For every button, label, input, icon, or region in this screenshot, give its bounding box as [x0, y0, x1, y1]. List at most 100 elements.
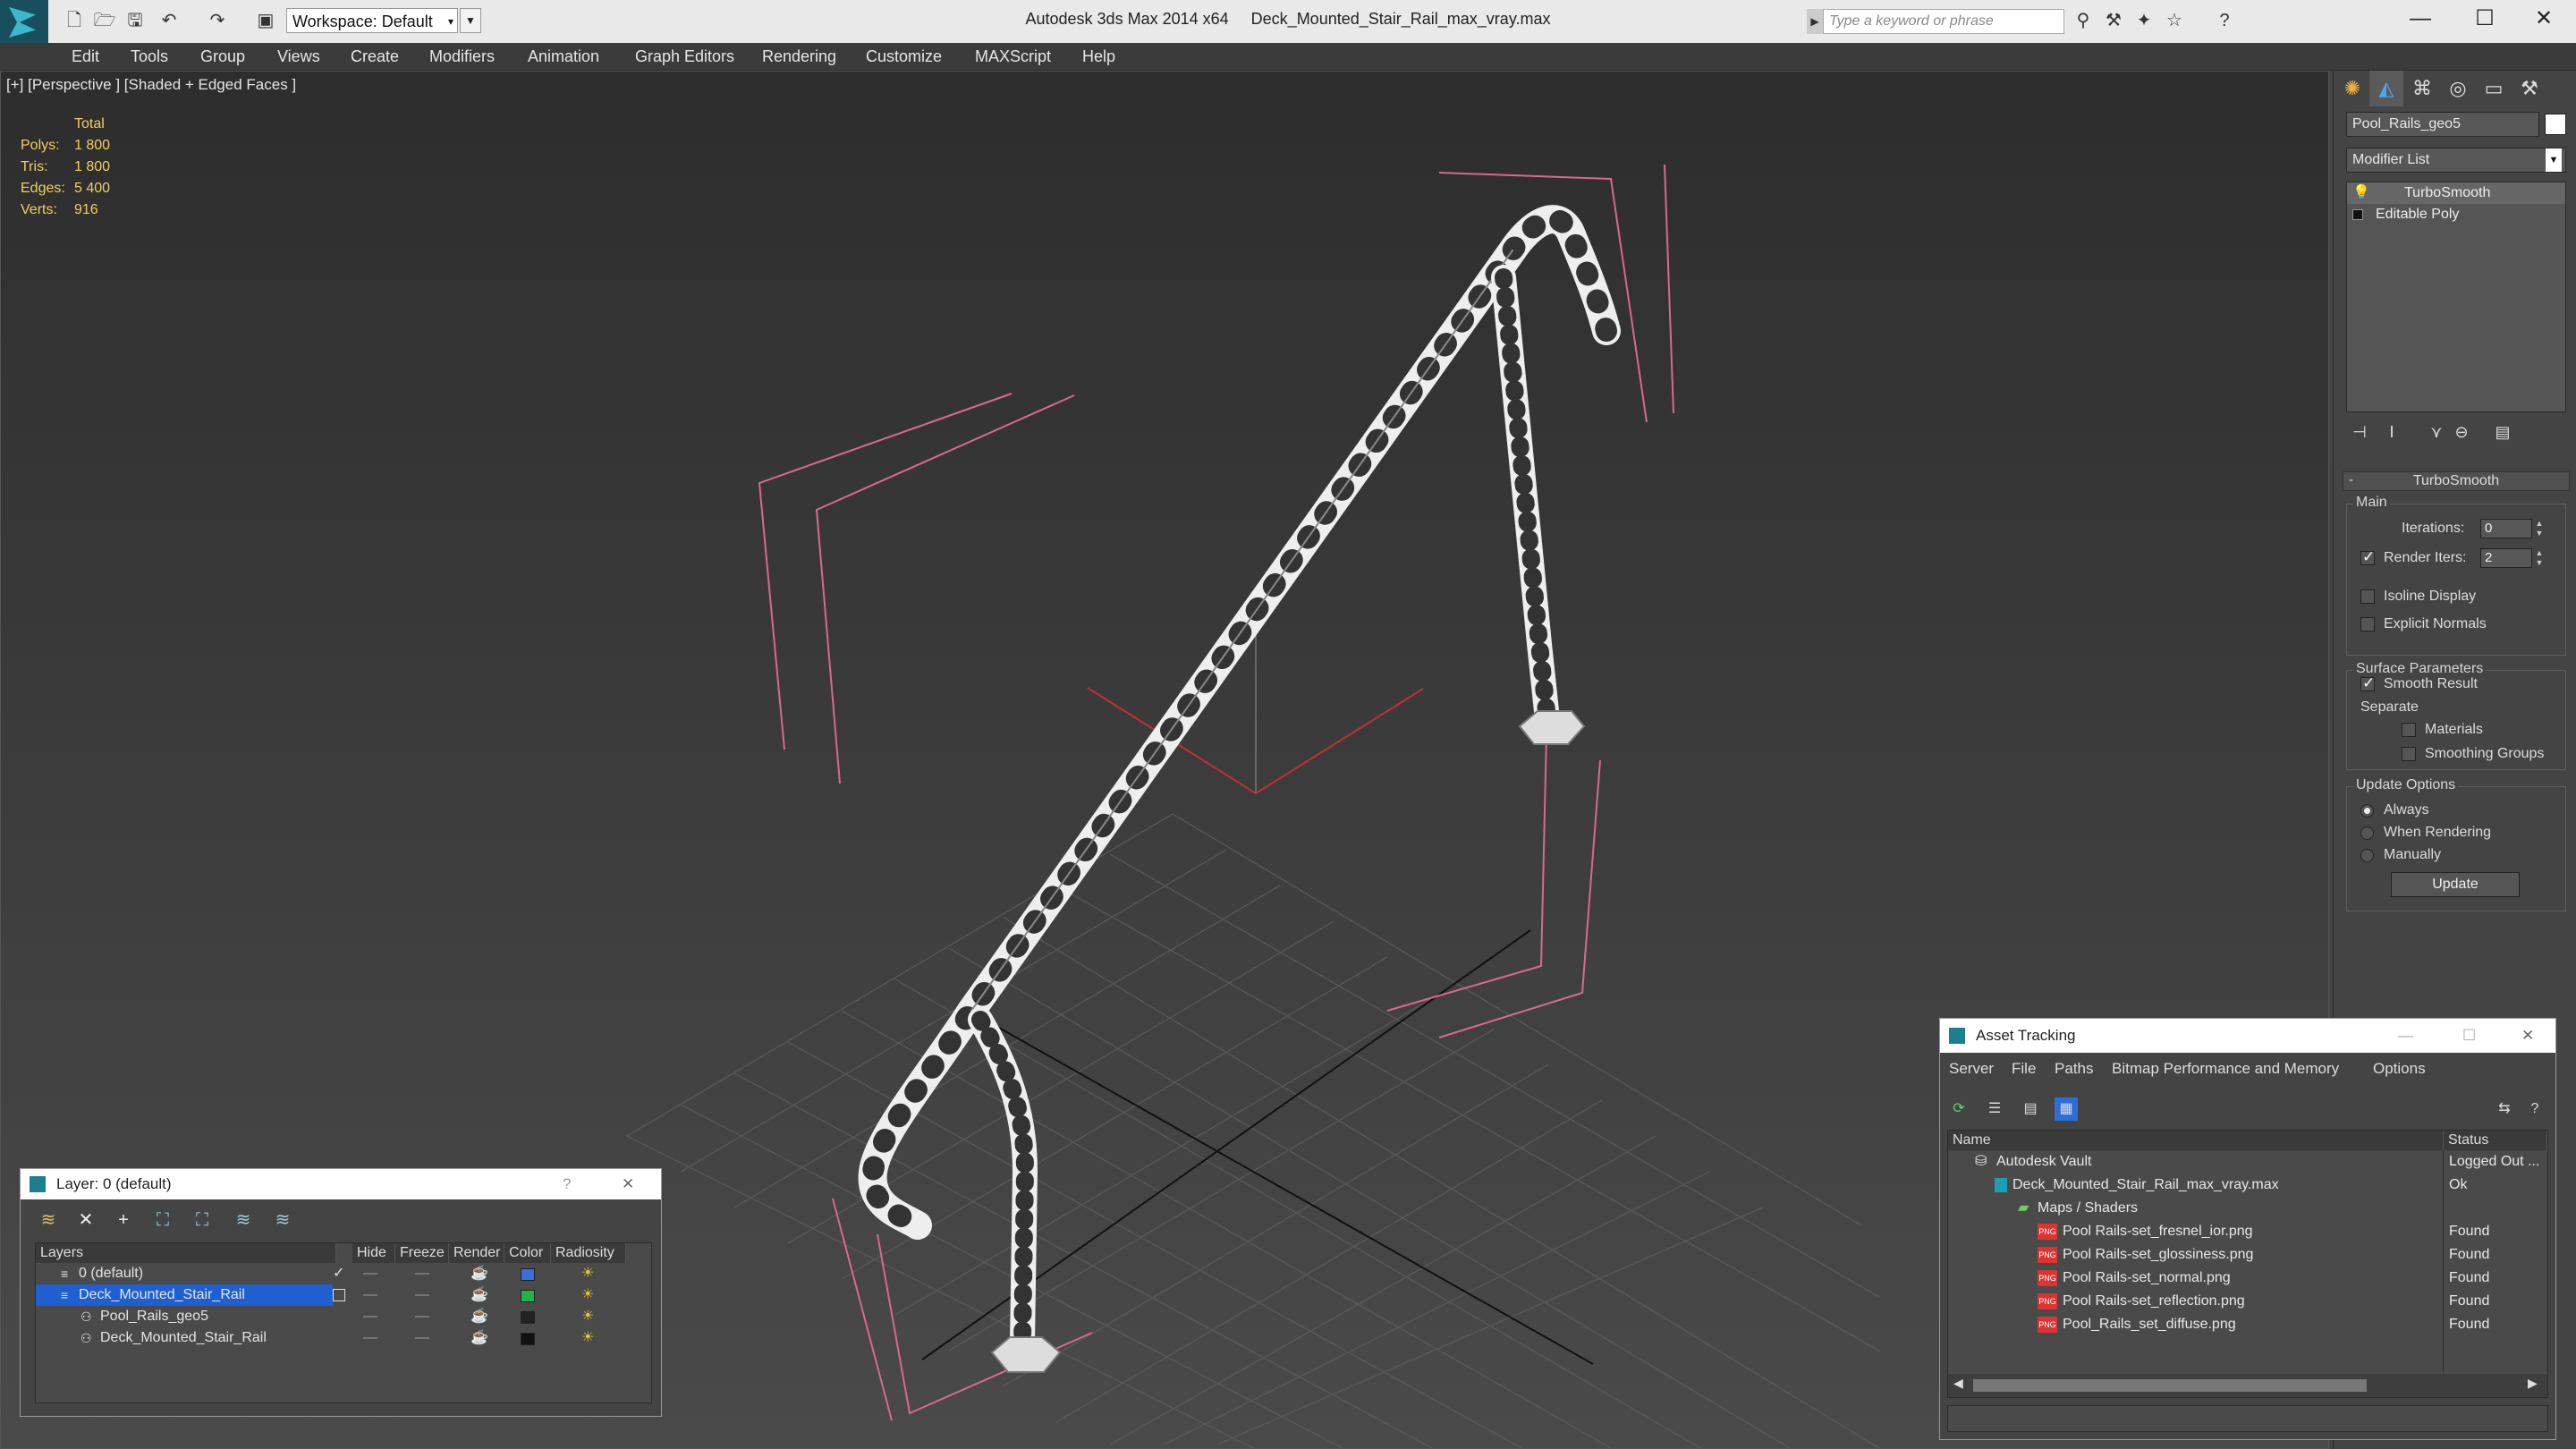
utilities-tab-icon[interactable]: ⚒ [2512, 71, 2546, 106]
asset-minimize-button[interactable]: — [2398, 1019, 2413, 1053]
asset-path-field[interactable] [1947, 1405, 2548, 1432]
redo-icon[interactable]: ↷ [206, 9, 229, 32]
column-freeze[interactable]: Freeze [395, 1243, 449, 1263]
layer-panel-titlebar[interactable]: Layer: 0 (default) ? ✕ [21, 1169, 661, 1199]
menu-modifiers[interactable]: Modifiers [429, 43, 495, 70]
menu-views[interactable]: Views [277, 43, 320, 70]
create-tab-icon[interactable]: ✺ [2335, 71, 2369, 106]
asset-row[interactable]: PNG Pool Rails-set_reflection.png Found [1948, 1290, 2547, 1313]
subscription-icon[interactable]: ✦ [2132, 9, 2156, 32]
hide-all-layers-icon[interactable]: ≋ [232, 1208, 255, 1232]
search-expand-icon[interactable]: ▶ [1807, 9, 1823, 34]
column-status[interactable]: Status [2444, 1131, 2547, 1150]
layer-color-swatch[interactable] [521, 1268, 535, 1281]
delete-layer-icon[interactable]: ✕ [74, 1208, 97, 1232]
asset-row[interactable]: PNG Pool Rails-set_normal.png Found [1948, 1267, 2547, 1290]
stack-item-turbosmooth[interactable]: 💡 TurboSmooth [2347, 182, 2565, 204]
smooth-result-checkbox[interactable] [2360, 674, 2375, 692]
save-file-icon[interactable]: 🖫 [123, 9, 147, 32]
render-iters-spinner[interactable]: 2 [2480, 548, 2532, 568]
column-color[interactable]: Color [504, 1243, 551, 1263]
freeze-all-layers-icon[interactable]: ≋ [271, 1208, 294, 1232]
layer-color-swatch[interactable] [521, 1290, 535, 1302]
menu-tools[interactable]: Tools [131, 43, 168, 70]
scroll-left-icon[interactable]: ◀ [1953, 1376, 1963, 1391]
scroll-right-icon[interactable]: ▶ [2528, 1376, 2538, 1391]
asset-row[interactable]: ▰ Maps / Shaders [1948, 1197, 2547, 1220]
render-iters-checkbox[interactable] [2360, 548, 2375, 566]
menu-graph-editors[interactable]: Graph Editors [635, 43, 734, 70]
asset-menu-server[interactable]: Server [1949, 1060, 1994, 1078]
hide-toggle[interactable]: — [363, 1306, 377, 1327]
vault-checkin-icon[interactable]: ⇆ [2493, 1097, 2516, 1121]
motion-tab-icon[interactable]: ◎ [2441, 71, 2475, 106]
hide-toggle[interactable]: — [363, 1263, 377, 1284]
freeze-toggle[interactable]: — [415, 1306, 429, 1327]
minimize-button[interactable]: — [2388, 0, 2453, 39]
configure-sets-icon[interactable]: ▤ [2486, 414, 2520, 450]
workspace-dropdown[interactable]: Workspace: Default ▾ [286, 8, 458, 33]
layer-row[interactable]: ⚇ Deck_Mounted_Stair_Rail — — ☕ ☀ [36, 1327, 644, 1349]
materials-checkbox[interactable] [2402, 723, 2416, 737]
layer-help-button[interactable]: ? [563, 1169, 571, 1199]
freeze-toggle[interactable]: — [415, 1327, 429, 1349]
menu-customize[interactable]: Customize [866, 43, 942, 70]
favorites-star-icon[interactable]: ☆ [2163, 9, 2186, 32]
highlight-layer-icon[interactable]: ⛶ [191, 1208, 214, 1232]
column-radiosity[interactable]: Radiosity [551, 1243, 626, 1263]
hide-toggle[interactable]: — [363, 1284, 377, 1306]
select-objects-icon[interactable]: ⛶ [151, 1208, 174, 1232]
horizontal-scrollbar[interactable]: ◀ ▶ [1948, 1374, 2547, 1397]
expand-icon[interactable] [2352, 209, 2363, 220]
iterations-spinner-arrows[interactable]: ▲ ▼ [2534, 519, 2545, 538]
layer-row[interactable]: ≡ 0 (default) ✓ — — ☕ ☀ [36, 1263, 644, 1284]
pin-stack-icon[interactable]: ⊣ [2343, 414, 2377, 450]
object-color-swatch[interactable] [2545, 114, 2566, 135]
isoline-display-checkbox[interactable] [2360, 589, 2375, 604]
current-layer-box-icon[interactable] [333, 1289, 345, 1301]
detail-view-icon[interactable]: ▤ [2019, 1097, 2042, 1121]
always-radio[interactable] [2360, 804, 2374, 818]
stack-item-editable-poly[interactable]: Editable Poly [2347, 204, 2565, 225]
turbosmooth-rollout-header[interactable]: - TurboSmooth [2343, 471, 2570, 491]
remove-modifier-icon[interactable]: ⊖ [2445, 414, 2479, 450]
menu-animation[interactable]: Animation [528, 43, 599, 70]
render-teapot-icon[interactable]: ☕ [470, 1263, 488, 1284]
render-iters-spinner-arrows[interactable]: ▲ ▼ [2534, 548, 2545, 568]
show-end-result-icon[interactable]: Ⅰ [2375, 414, 2409, 450]
asset-row[interactable]: PNG Pool Rails-set_glossiness.png Found [1948, 1243, 2547, 1267]
radiosity-icon[interactable]: ☀ [581, 1263, 594, 1284]
menu-rendering[interactable]: Rendering [762, 43, 836, 70]
asset-row[interactable]: ⛁ Autodesk Vault Logged Out ... [1948, 1150, 2547, 1174]
freeze-toggle[interactable]: — [415, 1263, 429, 1284]
hide-toggle[interactable]: — [363, 1327, 377, 1349]
manually-radio[interactable] [2360, 849, 2374, 862]
explicit-normals-checkbox[interactable] [2360, 617, 2375, 631]
layer-color-swatch[interactable] [521, 1333, 535, 1345]
maximize-button[interactable]: ☐ [2453, 0, 2517, 39]
modify-tab-icon[interactable]: ◭ [2369, 71, 2403, 106]
menu-maxscript[interactable]: MAXScript [975, 43, 1051, 70]
iterations-spinner[interactable]: 0 [2480, 519, 2532, 538]
tools-icon[interactable]: ⚒ [2102, 9, 2125, 32]
layer-row[interactable]: ⚇ Pool_Rails_geo5 — — ☕ ☀ [36, 1306, 644, 1327]
asset-panel-titlebar[interactable]: Asset Tracking — ☐ ✕ [1940, 1019, 2555, 1053]
layer-close-button[interactable]: ✕ [622, 1169, 634, 1199]
smoothing-groups-checkbox[interactable] [2402, 747, 2416, 761]
list-view-icon[interactable]: ☰ [1983, 1097, 2006, 1121]
asset-row[interactable]: PNG Pool_Rails_set_diffuse.png Found [1948, 1313, 2547, 1336]
menu-edit[interactable]: Edit [72, 43, 99, 70]
lightbulb-icon[interactable]: 💡 [2352, 182, 2370, 204]
column-layers[interactable]: Layers [36, 1243, 336, 1263]
menu-group[interactable]: Group [200, 43, 245, 70]
open-file-icon[interactable]: 🗁 [93, 9, 116, 32]
vault-help-icon[interactable]: ? [2523, 1097, 2546, 1121]
scrollbar-thumb[interactable] [1973, 1379, 2367, 1392]
binoculars-icon[interactable]: ⚲ [2072, 9, 2095, 32]
refresh-icon[interactable]: ⟳ [1947, 1097, 1970, 1121]
column-render[interactable]: Render [449, 1243, 504, 1263]
new-file-icon[interactable]: 🗋 [63, 9, 86, 32]
search-input[interactable]: Type a keyword or phrase [1823, 9, 2064, 34]
radiosity-icon[interactable]: ☀ [581, 1306, 594, 1327]
column-name[interactable]: Name [1948, 1131, 2444, 1150]
